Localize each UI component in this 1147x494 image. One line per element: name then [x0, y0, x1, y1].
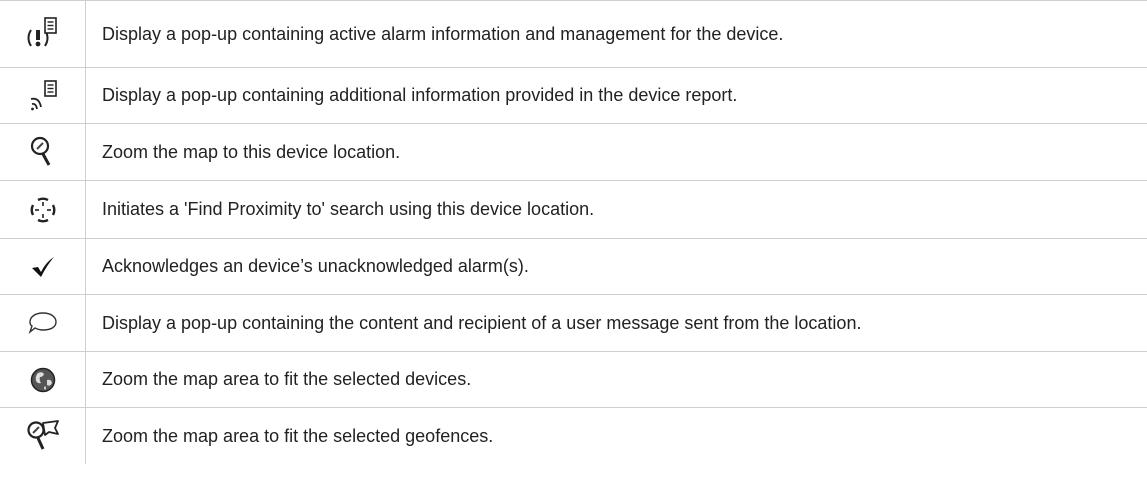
icon-cell [0, 124, 86, 180]
globe-icon [30, 367, 55, 392]
proximity-search-icon [30, 197, 55, 222]
row-description: Initiates a 'Find Proximity to' search u… [102, 199, 595, 219]
table-row: Display a pop-up containing the content … [0, 295, 1147, 352]
icon-cell [0, 408, 86, 464]
table-row: Zoom the map area to fit the selected de… [0, 352, 1147, 408]
table-row: Display a pop-up containing additional i… [0, 68, 1147, 124]
row-description: Display a pop-up containing active alarm… [102, 23, 784, 44]
row-description: Display a pop-up containing additional i… [102, 85, 738, 105]
row-description: Acknowledges an device’s unacknowledged … [102, 256, 529, 276]
speech-bubble-icon [28, 312, 57, 335]
row-description: Zoom the map to this device location. [102, 141, 401, 162]
icon-cell [0, 239, 86, 294]
table-row: Zoom the map area to fit the selected ge… [0, 408, 1147, 464]
icon-cell [0, 68, 86, 123]
icon-legend-table: Display a pop-up containing active alarm… [0, 0, 1147, 464]
alarm-info-icon [27, 17, 57, 47]
icon-cell [0, 181, 86, 238]
icon-cell [0, 1, 86, 67]
table-row: Acknowledges an device’s unacknowledged … [0, 239, 1147, 295]
row-description: Zoom the map area to fit the selected ge… [102, 425, 494, 446]
table-row: Initiates a 'Find Proximity to' search u… [0, 181, 1147, 239]
icon-cell [0, 295, 86, 351]
table-row: Zoom the map to this device location. [0, 124, 1147, 181]
icon-cell [0, 352, 86, 407]
table-row: Display a pop-up containing active alarm… [0, 0, 1147, 68]
checkmark-icon [31, 256, 54, 277]
report-info-icon [30, 79, 57, 110]
zoom-device-icon [30, 136, 50, 166]
row-description: Display a pop-up containing the content … [102, 312, 862, 333]
row-description: Zoom the map area to fit the selected de… [102, 369, 472, 389]
zoom-geofence-icon [26, 420, 59, 450]
